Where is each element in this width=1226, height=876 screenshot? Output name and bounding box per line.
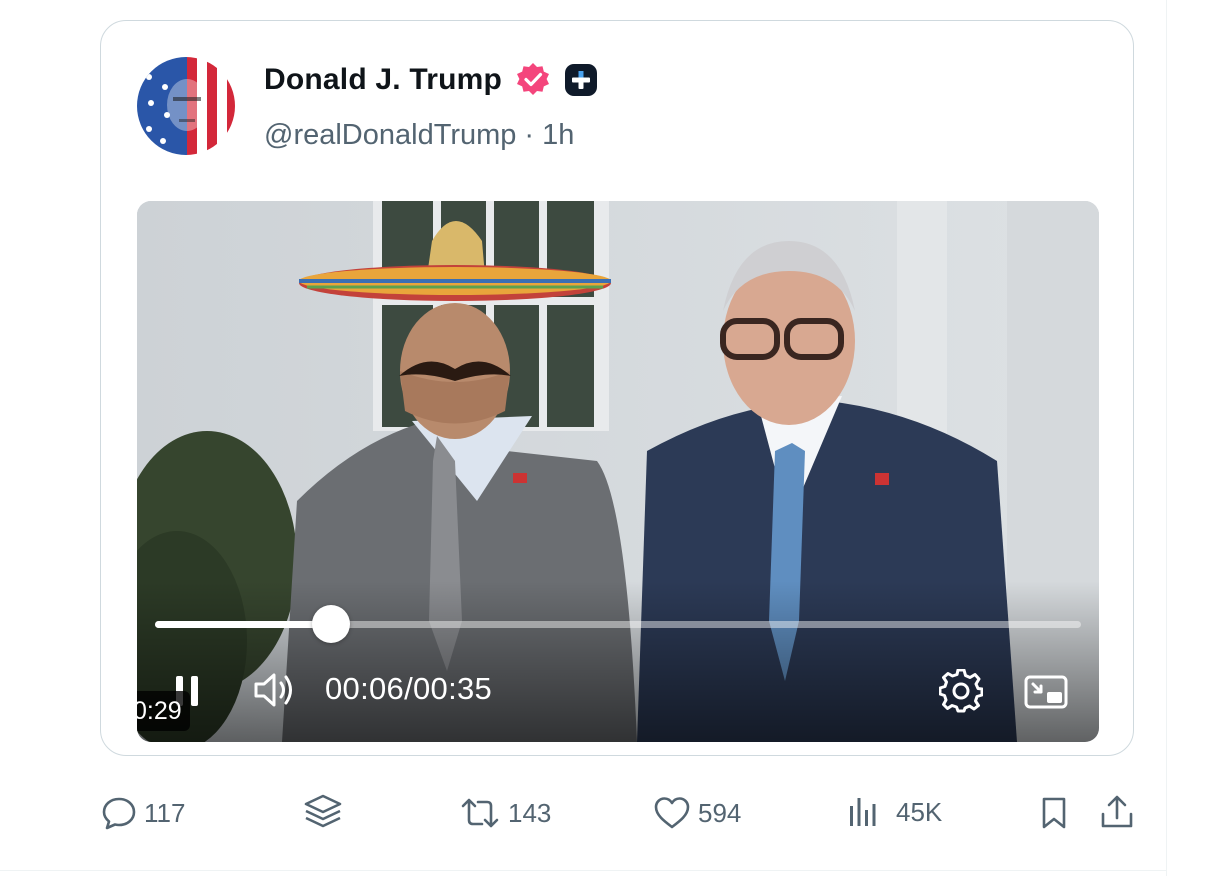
retruth-count: 143 — [508, 797, 552, 828]
speech-bubble-icon — [102, 797, 136, 830]
volume-button[interactable] — [251, 667, 297, 713]
repost-icon — [461, 798, 499, 828]
post-card[interactable]: Donald J. Trump @realDonaldTrump · 1h 00… — [100, 20, 1134, 756]
layers-icon — [304, 794, 342, 828]
post-divider — [0, 870, 1166, 871]
handle-row: @realDonaldTrump · 1h — [264, 119, 574, 152]
display-name[interactable]: Donald J. Trump — [264, 63, 502, 97]
verified-badge-icon — [514, 61, 552, 99]
handle[interactable]: @realDonaldTrump — [264, 119, 516, 152]
total-time: 00:35 — [413, 671, 493, 706]
video-time: 00:06/00:35 — [325, 671, 492, 707]
reply-count: 117 — [144, 797, 186, 828]
bookmark-button[interactable] — [1040, 796, 1068, 830]
progress-handle[interactable] — [312, 605, 350, 643]
like-button[interactable]: 594 — [654, 796, 741, 830]
gear-icon — [939, 669, 983, 713]
column-divider — [1166, 0, 1167, 876]
progress-track[interactable] — [155, 621, 1081, 628]
heart-icon — [654, 797, 690, 829]
plus-badge-icon — [564, 63, 598, 97]
views-button[interactable]: 45K — [848, 796, 942, 828]
share-icon — [1101, 795, 1133, 828]
picture-in-picture-icon — [1024, 675, 1068, 709]
picture-in-picture-button[interactable] — [1023, 669, 1069, 715]
quote-button[interactable] — [302, 792, 344, 834]
post-time[interactable]: 1h — [542, 119, 574, 152]
current-time: 00:06 — [325, 671, 405, 706]
video-player[interactable]: 00:06/00:35 0:29 — [137, 201, 1099, 742]
remaining-time-badge: 0:29 — [137, 691, 190, 731]
retruth-button[interactable]: 143 — [460, 796, 551, 830]
meta-separator: · — [524, 119, 535, 151]
progress-fill — [155, 621, 331, 628]
volume-icon — [254, 673, 292, 707]
time-separator: / — [404, 671, 413, 706]
settings-button[interactable] — [937, 667, 985, 715]
like-count: 594 — [698, 797, 742, 828]
reply-button[interactable]: 117 — [102, 796, 185, 830]
video-frame — [137, 201, 1099, 742]
bookmark-icon — [1042, 797, 1066, 829]
views-count: 45K — [896, 796, 943, 827]
avatar[interactable] — [137, 57, 235, 155]
action-bar: 117 143 594 45K — [0, 790, 1166, 842]
share-button[interactable] — [1100, 794, 1134, 830]
author-name-row: Donald J. Trump — [264, 61, 598, 99]
bar-chart-icon — [850, 798, 876, 826]
